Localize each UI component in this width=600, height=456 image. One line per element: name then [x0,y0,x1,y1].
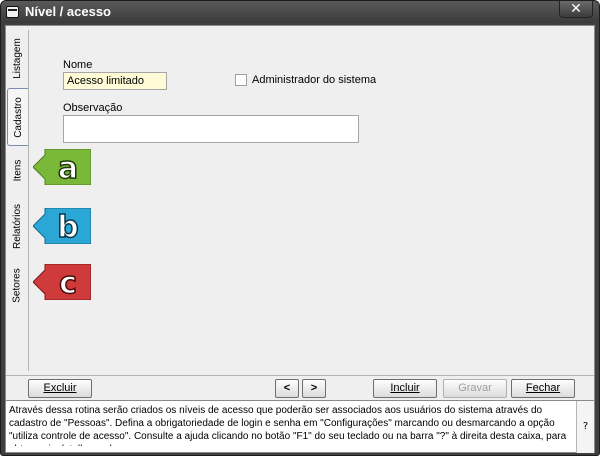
tab-listagem-label: Listagem [12,37,24,79]
excluir-button[interactable]: Excluir [28,379,92,398]
tab-cadastro-label: Cadastro [13,96,25,138]
main-frame: Listagem Cadastro Itens Relatórios Setor… [5,25,595,453]
title-bar[interactable]: Nível / acesso ✕ [1,1,599,23]
marker-b-icon: b [33,208,91,244]
marker-a-icon: a [33,149,91,185]
marker-a-letter: a [58,151,78,185]
next-record-button[interactable]: > [302,379,326,398]
nome-label: Nome [63,59,93,71]
close-button[interactable]: ✕ [559,1,593,18]
tab-listagem[interactable]: Listagem [8,32,27,84]
nome-input[interactable]: Acesso limitado [63,72,167,90]
tab-relatorios-label: Relatórios [12,203,23,249]
observacao-input[interactable] [63,115,359,143]
marker-c-icon: c [33,264,91,300]
previous-record-button[interactable]: < [275,379,299,398]
help-text: Através dessa rotina serão criados os ní… [9,405,567,446]
bottom-toolbar: Excluir < > Incluir Gravar Fechar [6,375,594,399]
window-menu-icon[interactable] [6,6,19,18]
app-window: Nível / acesso ✕ Listagem Cadastro Itens… [0,0,600,456]
marker-b-letter: b [57,210,78,244]
tab-itens-label: Itens [12,159,23,181]
help-panel: Através dessa rotina serão criados os ní… [6,400,594,453]
tab-relatorios[interactable]: Relatórios [8,198,27,254]
tab-setores-label: Setores [12,267,23,303]
window-title: Nível / acesso [25,4,111,19]
cadastro-panel: Nome Acesso limitado Administrador do si… [28,30,591,371]
tab-itens[interactable]: Itens [8,150,27,190]
fechar-button[interactable]: Fechar [511,379,575,398]
observacao-label: Observação [63,102,123,114]
tab-cadastro[interactable]: Cadastro [7,88,29,146]
marker-c-letter: c [59,266,77,300]
incluir-button[interactable]: Incluir [373,379,437,398]
tab-setores[interactable]: Setores [8,262,27,308]
admin-checkbox[interactable] [235,74,247,86]
vertical-tab-strip: Listagem Cadastro Itens Relatórios Setor… [6,26,29,375]
help-question-button[interactable]: ? [576,401,594,453]
admin-checkbox-label[interactable]: Administrador do sistema [252,74,376,86]
gravar-button: Gravar [443,379,507,398]
